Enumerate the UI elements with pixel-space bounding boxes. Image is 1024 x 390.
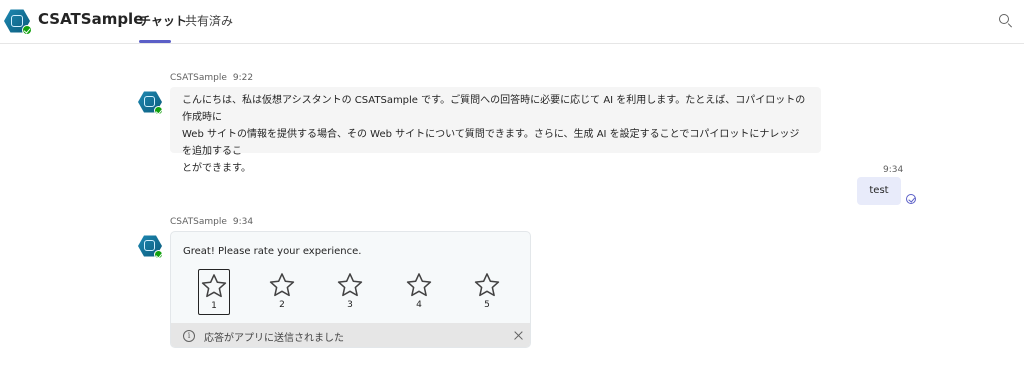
info-icon: i [183,330,195,342]
presence-available-icon [154,106,163,115]
user-message-bubble: test [857,177,901,205]
message-meta: CSATSample 9:34 [170,217,253,227]
star-icon [201,274,227,298]
message-time: 9:34 [232,217,254,227]
bot-glyph-icon [11,15,23,27]
star-icon [406,273,432,297]
rating-card: Great! Please rate your experience. 1 2 … [170,231,531,348]
rating-label: 3 [347,300,353,310]
message-line: こんにちは、私は仮想アシスタントの CSATSample です。ご質問への回答時… [182,95,806,123]
bot-glyph-icon [144,240,155,251]
bot-avatar[interactable] [138,234,163,259]
message-meta: CSATSample 9:22 [170,73,253,83]
presence-available-icon [154,250,163,259]
header: CSATSample チャット 共有済み [0,0,1024,44]
rating-label: 2 [279,300,285,310]
rating-label: 4 [416,300,422,310]
rating-star-5[interactable]: 5 [471,269,503,315]
search-icon-handle [1007,23,1013,28]
submitted-notice: i 応答がアプリに送信されました [171,323,530,347]
read-receipt-icon [906,194,916,204]
tab-shared[interactable]: 共有済み [185,12,233,29]
star-icon [337,273,363,297]
rating-star-3[interactable]: 3 [334,269,366,315]
sender-name: CSATSample [170,73,227,83]
tab-chat[interactable]: チャット [139,12,187,29]
star-icon [269,273,295,297]
message-time: 9:34 [883,165,904,175]
card-prompt: Great! Please rate your experience. [183,246,362,257]
rating-label: 5 [484,300,490,310]
rating-star-4[interactable]: 4 [403,269,435,315]
sender-name: CSATSample [170,217,227,227]
rating-label: 1 [211,301,217,311]
rating-star-1[interactable]: 1 [198,269,230,315]
close-icon[interactable] [512,329,524,341]
bot-message-bubble: こんにちは、私は仮想アシスタントの CSATSample です。ご質問への回答時… [170,87,821,174]
star-icon [474,273,500,297]
presence-available-icon [22,25,32,35]
active-tab-indicator [139,40,171,43]
message-line: とができます。 [182,163,251,174]
message-time: 9:22 [232,73,254,83]
search-button[interactable] [996,11,1016,31]
app-avatar [4,8,32,35]
notice-text: 応答がアプリに送信されました [204,333,344,344]
message-line: Web サイトの情報を提供する場合、その Web サイトについて質問できます。さ… [182,129,800,157]
bot-avatar[interactable] [138,90,163,115]
app-title: CSATSample [38,10,144,28]
bot-glyph-icon [144,96,155,107]
rating-star-2[interactable]: 2 [266,269,298,315]
